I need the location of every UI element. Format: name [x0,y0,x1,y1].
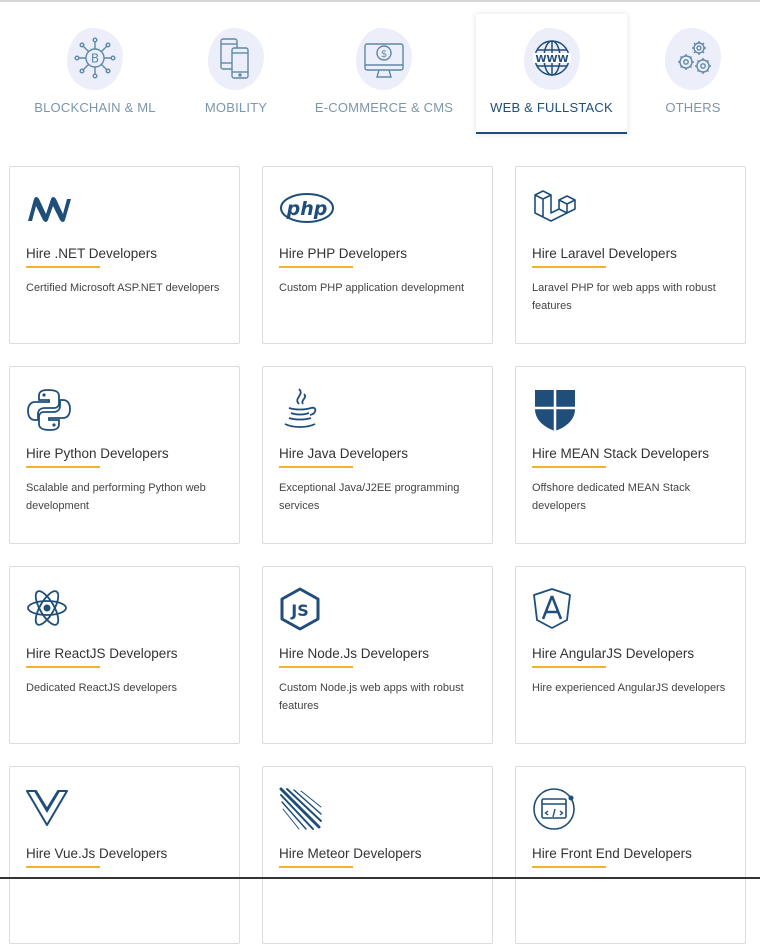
tab-web-fullstack[interactable]: WWW WEB & FULLSTACK [476,14,627,134]
nodejs-icon: JS [280,587,320,631]
react-icon [27,590,67,626]
svg-text:JS: JS [290,601,308,620]
svg-text:WWW: WWW [535,54,568,65]
card-title: Hire PHP Developers [279,246,408,261]
angular-icon [533,588,571,629]
card-title: Hire AngularJS Developers [532,646,695,661]
category-tabs: B BLOCKCHAIN & ML MOBILITY $ E-COMMERCE … [0,0,760,140]
svg-text:B: B [91,52,99,66]
tab-label: MOBILITY [204,100,268,115]
tab-others[interactable]: OTHERS [650,14,736,132]
card-title: Hire Meteor Developers [279,846,422,861]
card-title: Hire .NET Developers [26,246,158,261]
card-java[interactable]: Hire Java Developers Exceptional Java/J2… [262,366,493,544]
laravel-icon [534,190,576,222]
card-description: Dedicated ReactJS developers [26,682,178,694]
card-nodejs[interactable]: JS Hire Node.Js Developers Custom Node.j… [262,566,493,744]
title-underline [26,466,100,468]
card-meteor[interactable]: Hire Meteor Developers [262,766,493,944]
card-description: Offshore dedicated MEAN Stack developers [532,482,691,512]
svg-text:$: $ [381,49,387,60]
php-icon: php [280,193,334,223]
frontend-code-icon [533,788,575,830]
card-title: Hire MEAN Stack Developers [532,446,710,461]
gears-icon [657,26,729,100]
card-title: Hire Laravel Developers [532,246,677,261]
card-mean-stack[interactable]: Hire MEAN Stack Developers Offshore dedi… [515,366,746,544]
title-underline [26,866,100,868]
card-frontend[interactable]: Hire Front End Developers [515,766,746,944]
tab-blockchain-ml[interactable]: B BLOCKCHAIN & ML [27,14,163,132]
title-underline [279,466,353,468]
card-title: Hire Node.Js Developers [279,646,430,661]
card-title: Hire ReactJS Developers [26,646,178,661]
tab-label: WEB & FULLSTACK [490,100,613,115]
title-underline [532,666,606,668]
tab-label: E-COMMERCE & CMS [314,100,454,115]
tab-label: OTHERS [665,100,721,115]
card-angularjs[interactable]: Hire AngularJS Developers Hire experienc… [515,566,746,744]
card-laravel[interactable]: Hire Laravel Developers Laravel PHP for … [515,166,746,344]
card-description: Hire experienced AngularJS developers [532,682,726,694]
card-description: Exceptional Java/J2EE programming servic… [279,482,460,512]
card-description: Custom PHP application development [279,282,465,294]
tab-label: BLOCKCHAIN & ML [34,100,156,115]
ecommerce-monitor-icon: $ [348,26,420,100]
title-underline [532,266,606,268]
mean-stack-icon [535,390,575,431]
card-php[interactable]: php Hire PHP Developers Custom PHP appli… [262,166,493,344]
card-python[interactable]: Hire Python Developers Scalable and perf… [9,366,240,544]
title-underline [26,266,100,268]
title-underline [26,666,100,668]
svg-text:php: php [286,198,328,220]
title-underline [532,866,606,868]
card-dotnet[interactable]: Hire .NET Developers Certified Microsoft… [9,166,240,344]
tab-mobility[interactable]: MOBILITY [186,14,286,132]
www-globe-icon: WWW [516,26,588,100]
title-underline [279,266,353,268]
blockchain-icon: B [59,26,131,100]
mobile-devices-icon [200,26,272,100]
card-title: Hire Front End Developers [532,846,692,861]
card-description: Laravel PHP for web apps with robust fea… [532,282,716,312]
card-description: Scalable and performing Python web devel… [26,482,206,512]
title-underline [279,866,353,868]
card-title: Hire Python Developers [26,446,169,461]
card-reactjs[interactable]: Hire ReactJS Developers Dedicated ReactJ… [9,566,240,744]
card-description: Custom Node.js web apps with robust feat… [279,682,464,712]
title-underline [279,666,353,668]
card-title: Hire Java Developers [279,446,409,461]
title-underline [532,466,606,468]
card-title: Hire Vue.Js Developers [26,846,168,861]
meteor-icon [279,787,322,830]
card-vuejs[interactable]: Hire Vue.Js Developers [9,766,240,944]
java-icon [284,388,317,428]
python-icon [27,389,71,431]
dotnet-icon [28,197,71,222]
vue-icon [26,790,68,826]
tab-ecommerce-cms[interactable]: $ E-COMMERCE & CMS [312,14,456,132]
card-description: Certified Microsoft ASP.NET developers [26,282,220,294]
